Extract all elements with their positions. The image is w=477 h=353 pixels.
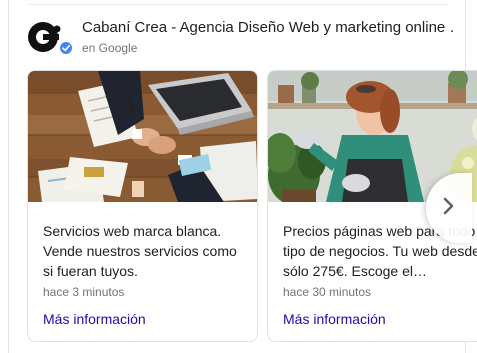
post-card[interactable]: Servicios web marca blanca. Vende nuestr… [27,70,258,342]
chevron-right-icon [442,196,456,221]
posts-carousel: Servicios web marca blanca. Vende nuestr… [27,70,477,345]
post-timestamp: hace 30 minutos [283,285,372,299]
verified-check-icon [58,40,74,56]
cabani-crea-logo-icon[interactable] [28,20,62,54]
section-divider [28,4,448,5]
post-timestamp: hace 3 minutos [43,285,125,299]
panel-left-border [8,0,9,353]
more-info-link[interactable]: Más información [283,309,386,329]
post-text: Servicios web marca blanca. Vende nuestr… [43,223,237,279]
business-header: Cabaní Crea - Agencia Diseño Web y marke… [28,16,458,60]
business-handshake-laptop-photo[interactable] [28,71,257,202]
more-info-link[interactable]: Más información [43,309,146,329]
business-name[interactable]: Cabaní Crea - Agencia Diseño Web y marke… [82,18,454,38]
source-label: en Google [82,41,138,55]
